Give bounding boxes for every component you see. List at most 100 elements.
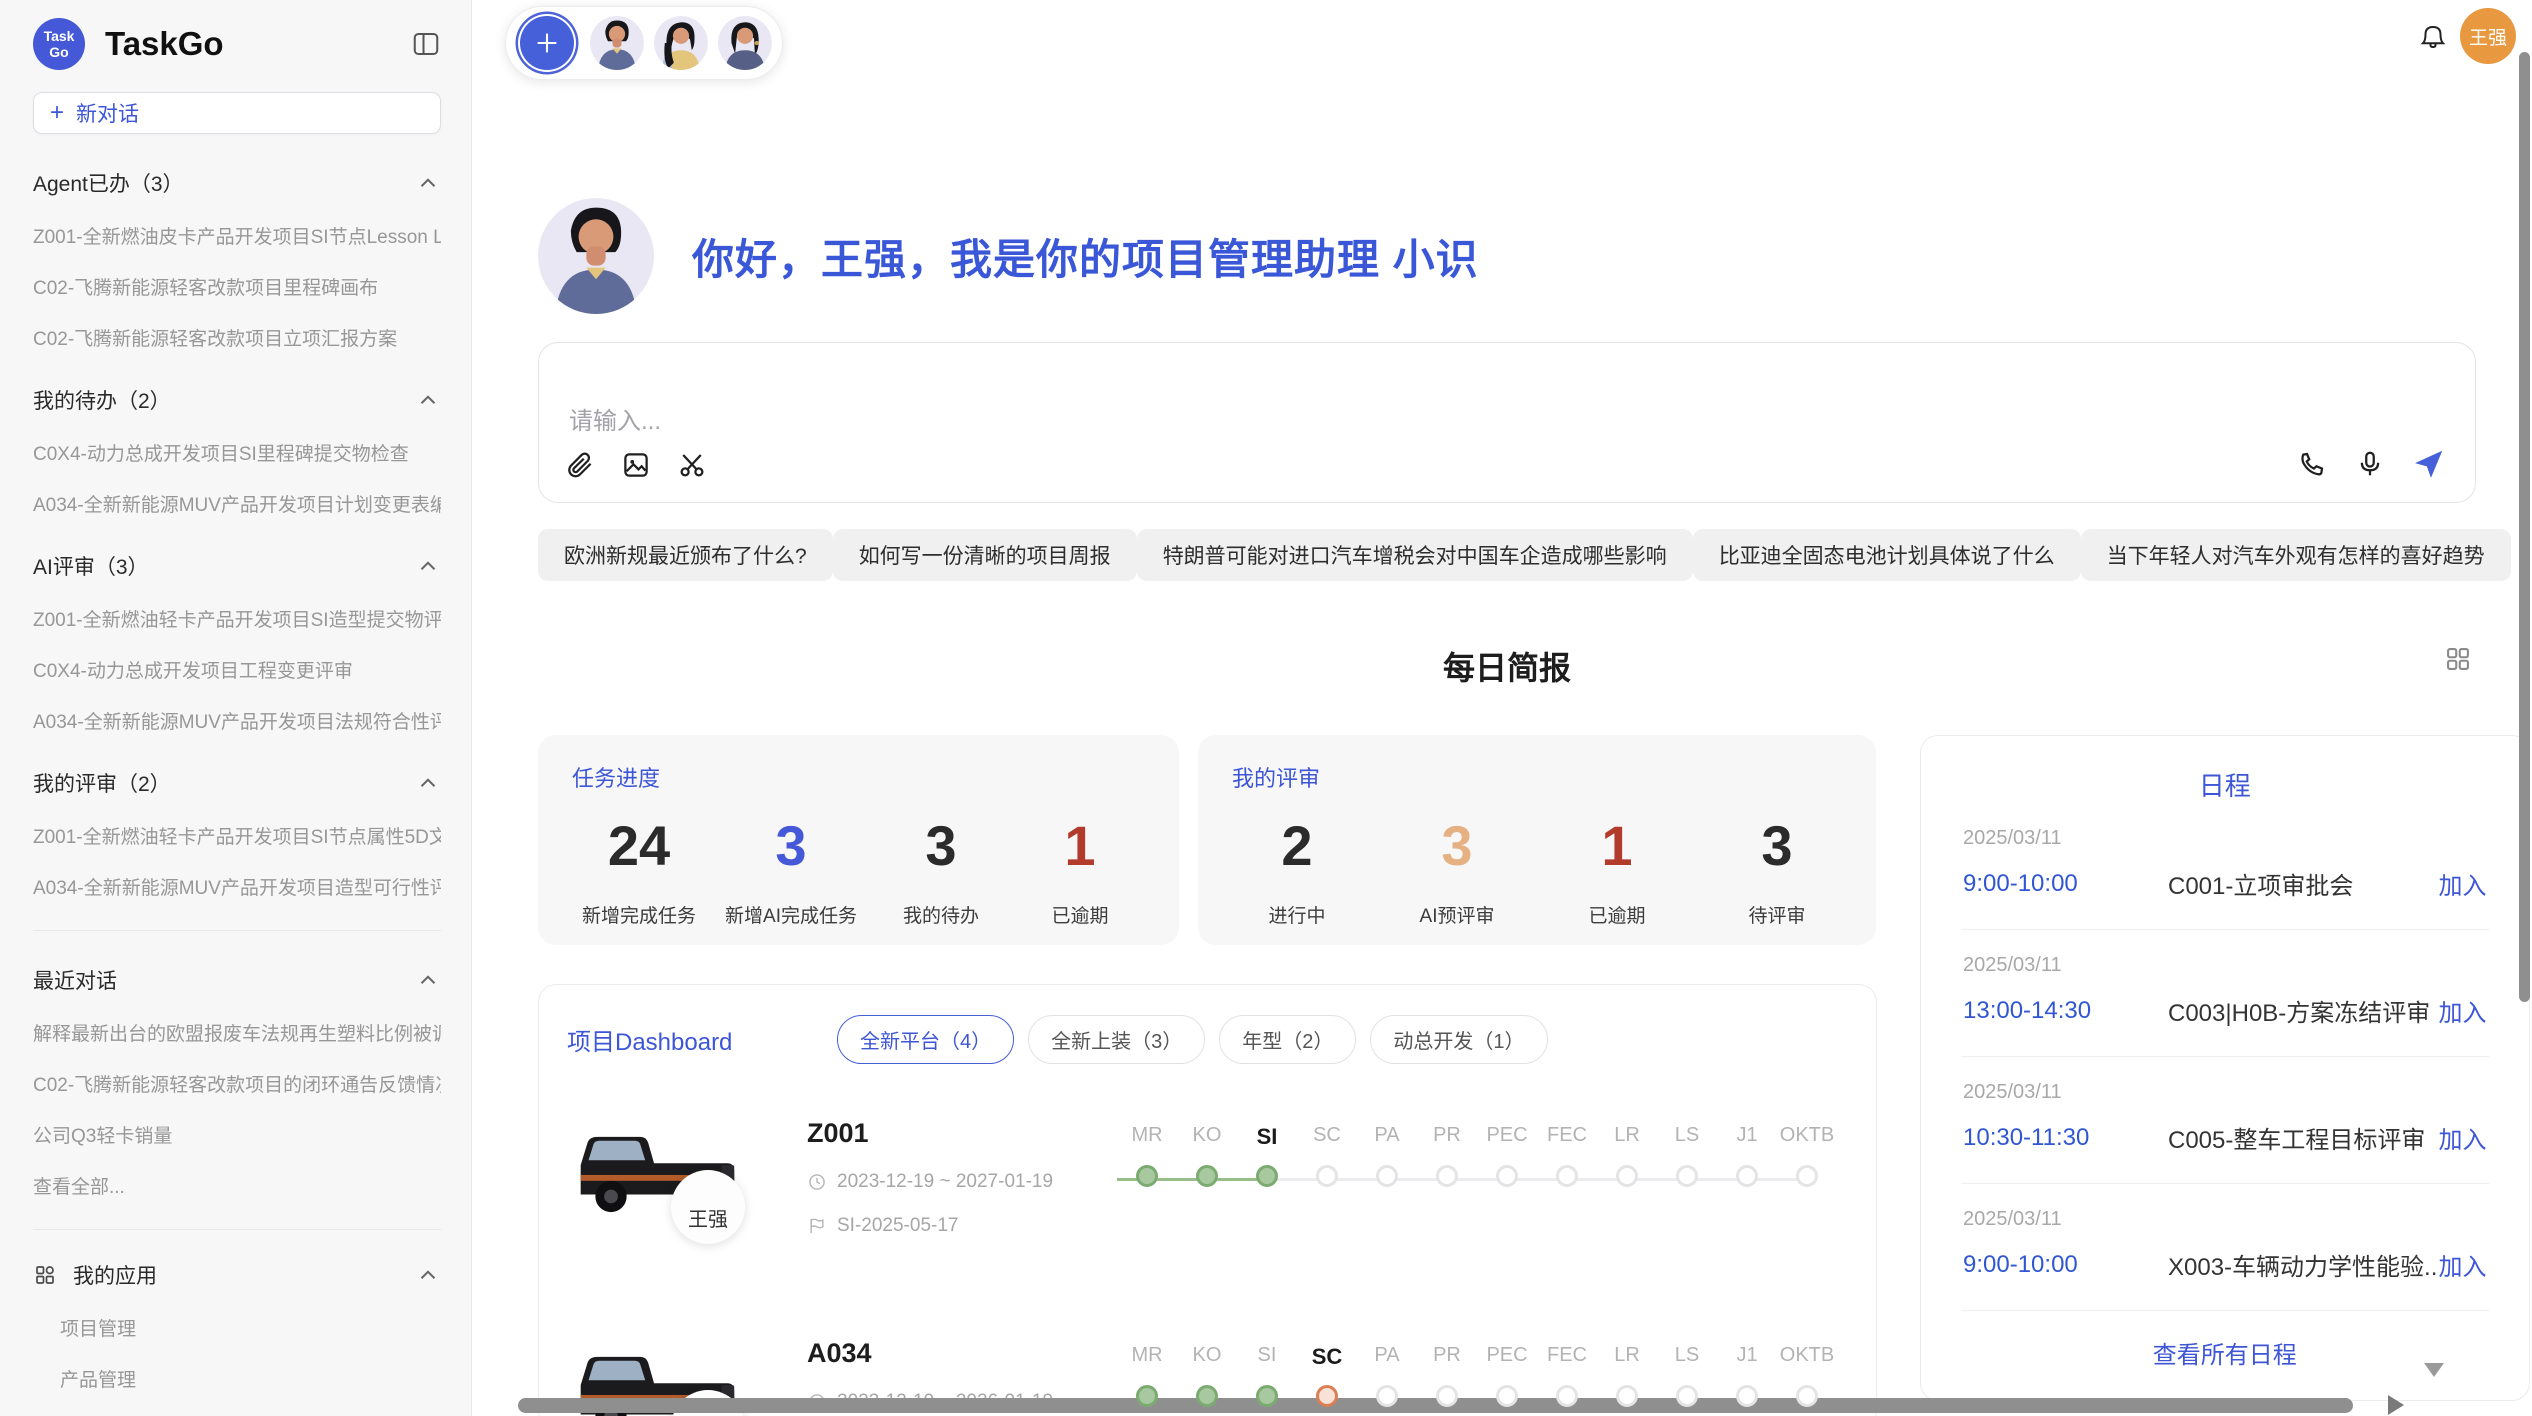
message-composer[interactable]: 请输入...	[538, 342, 2476, 503]
layout-grid-icon[interactable]	[2444, 645, 2472, 673]
milestone-dot-row	[1117, 1165, 1177, 1195]
recent-chat-item[interactable]: C02-飞腾新能源轻客改款项目的闭环通告反馈情况	[33, 1070, 441, 1097]
stat-value: 3	[1441, 813, 1472, 879]
schedule-time: 10:30-11:30	[1963, 1124, 2168, 1152]
horizontal-scrollbar[interactable]	[518, 1398, 2353, 1413]
chevron-up-icon[interactable]	[415, 967, 441, 993]
chevron-up-icon[interactable]	[415, 1262, 441, 1288]
suggestion-chip[interactable]: 当下年轻人对汽车外观有怎样的喜好趋势	[2081, 529, 2511, 581]
logo-line1: Task	[44, 28, 75, 44]
milestone-dot	[1316, 1165, 1338, 1187]
scroll-right-arrow[interactable]	[2388, 1395, 2404, 1415]
milestone-label: PR	[1417, 1124, 1477, 1162]
assistant-avatar-3[interactable]	[718, 16, 772, 70]
milestone-dot-row	[1357, 1165, 1417, 1195]
milestone-label: PA	[1357, 1124, 1417, 1162]
stat-value: 1	[1601, 813, 1632, 879]
join-meeting-link[interactable]: 加入	[2439, 1120, 2487, 1155]
join-meeting-link[interactable]: 加入	[2439, 866, 2487, 901]
sidebar-section-title: 我的待办（2）	[33, 385, 171, 415]
image-upload-icon[interactable]	[621, 450, 651, 480]
recent-chat-item[interactable]: 解释最新出台的欧盟报废车法规再生塑料比例被调至15%...	[33, 1019, 441, 1046]
suggestion-chip[interactable]: 欧洲新规最近颁布了什么?	[538, 529, 833, 581]
dashboard-tab[interactable]: 动总开发（1）	[1370, 1015, 1547, 1064]
milestone-dot	[1556, 1385, 1578, 1407]
view-all-schedule-link[interactable]: 查看所有日程	[1961, 1311, 2489, 1390]
send-icon[interactable]	[2413, 448, 2445, 480]
milestone-label: OKTB	[1777, 1124, 1837, 1162]
milestone-dot	[1196, 1385, 1218, 1407]
suggestion-chip[interactable]: 特朗普可能对进口汽车增税会对中国车企造成哪些影响	[1137, 529, 1693, 581]
stat: 2进行中	[1242, 813, 1352, 928]
milestone-step: PEC	[1477, 1124, 1537, 1195]
scissors-icon[interactable]	[677, 450, 707, 480]
dashboard-tab[interactable]: 年型（2）	[1219, 1015, 1356, 1064]
sidebar-task-item[interactable]: Z001-全新燃油轻卡产品开发项目SI节点属性5D文件评审	[33, 822, 441, 849]
milestone-dot-row	[1477, 1165, 1537, 1195]
voice-call-icon[interactable]	[2297, 449, 2327, 479]
chevron-up-icon[interactable]	[415, 170, 441, 196]
milestone-label: KO	[1177, 1124, 1237, 1162]
milestone-step: PR	[1417, 1124, 1477, 1195]
sidebar-task-item[interactable]: C02-飞腾新能源轻客改款项目里程碑画布	[33, 273, 441, 300]
dashboard-tab[interactable]: 全新平台（4）	[837, 1015, 1014, 1064]
milestone-label: MR	[1117, 1344, 1177, 1382]
chevron-up-icon[interactable]	[415, 770, 441, 796]
my-apps-header[interactable]: 我的应用	[33, 1260, 441, 1290]
sidebar-task-item[interactable]: C0X4-动力总成开发项目工程变更评审	[33, 656, 441, 683]
milestone-dot	[1256, 1385, 1278, 1407]
daily-briefing-header: 每日简报	[538, 643, 2476, 687]
microphone-icon[interactable]	[2355, 449, 2385, 479]
briefing-cards: 任务进度24新增完成任务3新增AI完成任务3我的待办1已逾期我的评审2进行中3A…	[538, 735, 1877, 945]
recent-chat-item[interactable]: 公司Q3轻卡销量	[33, 1121, 441, 1148]
recent-chats-header[interactable]: 最近对话	[33, 965, 441, 995]
stat-value: 24	[608, 813, 670, 879]
milestone-label: KO	[1177, 1344, 1237, 1382]
user-avatar[interactable]: 王强	[2460, 8, 2516, 64]
my-apps-item[interactable]: 项目管理	[60, 1314, 441, 1341]
milestone-dot	[1376, 1385, 1398, 1407]
suggestion-chip[interactable]: 如何写一份清晰的项目周报	[833, 529, 1137, 581]
stat: 3AI预评审	[1402, 813, 1512, 928]
sidebar-section-header[interactable]: AI评审（3）	[33, 551, 441, 581]
sidebar-section-header[interactable]: 我的待办（2）	[33, 385, 441, 415]
flag-icon	[807, 1216, 827, 1236]
sidebar-section-header[interactable]: Agent已办（3）	[33, 168, 441, 198]
sidebar-task-item[interactable]: A034-全新新能源MUV产品开发项目造型可行性评审	[33, 873, 441, 900]
sidebar-task-item[interactable]: Z001-全新燃油轻卡产品开发项目SI造型提交物评审	[33, 605, 441, 632]
sidebar-task-item[interactable]: C02-飞腾新能源轻客改款项目立项汇报方案	[33, 324, 441, 351]
milestone-dot	[1796, 1385, 1818, 1407]
scroll-down-arrow[interactable]	[2424, 1363, 2444, 1377]
notifications-bell-icon[interactable]	[2418, 22, 2448, 54]
vertical-scrollbar[interactable]	[2519, 52, 2530, 1002]
schedule-date: 2025/03/11	[1963, 954, 2487, 977]
chevron-up-icon[interactable]	[415, 387, 441, 413]
chevron-up-icon[interactable]	[415, 553, 441, 579]
main-area: 王强 你好，王强，我是你的项目管理助理 小识 请输入...	[472, 0, 2532, 1416]
clock-icon	[807, 1172, 827, 1192]
assistant-avatar-1[interactable]	[590, 16, 644, 70]
new-chat-button[interactable]: + 新对话	[33, 92, 441, 134]
suggestion-chip[interactable]: 比亚迪全固态电池计划具体说了什么	[1693, 529, 2081, 581]
sidebar-task-item[interactable]: A034-全新新能源MUV产品开发项目法规符合性评审	[33, 707, 441, 734]
dashboard-tab[interactable]: 全新上装（3）	[1028, 1015, 1205, 1064]
join-meeting-link[interactable]: 加入	[2439, 993, 2487, 1028]
project-code: Z001	[807, 1118, 1117, 1149]
my-apps-item[interactable]: 产品管理	[60, 1365, 441, 1392]
milestone-dot	[1136, 1165, 1158, 1187]
stat-label: 已逾期	[1588, 901, 1645, 928]
sidebar-task-item[interactable]: C0X4-动力总成开发项目SI里程碑提交物检查	[33, 439, 441, 466]
sidebar-task-item[interactable]: A034-全新新能源MUV产品开发项目计划变更表编写	[33, 490, 441, 517]
sidebar-section-header[interactable]: 我的评审（2）	[33, 768, 441, 798]
milestone-step: SC	[1297, 1124, 1357, 1195]
attach-icon[interactable]	[565, 450, 595, 480]
stat-label: 我的待办	[903, 901, 979, 928]
stat-label: 已逾期	[1051, 901, 1108, 928]
add-agent-button[interactable]	[520, 16, 574, 70]
collapse-sidebar-icon[interactable]	[411, 29, 441, 59]
assistant-avatar-2[interactable]	[654, 16, 708, 70]
recent-chat-item[interactable]: 查看全部...	[33, 1172, 441, 1199]
join-meeting-link[interactable]: 加入	[2439, 1247, 2487, 1282]
sidebar-task-item[interactable]: Z001-全新燃油皮卡产品开发项目SI节点Lesson Learn报告	[33, 222, 441, 249]
my-apps-title: 我的应用	[73, 1260, 157, 1290]
